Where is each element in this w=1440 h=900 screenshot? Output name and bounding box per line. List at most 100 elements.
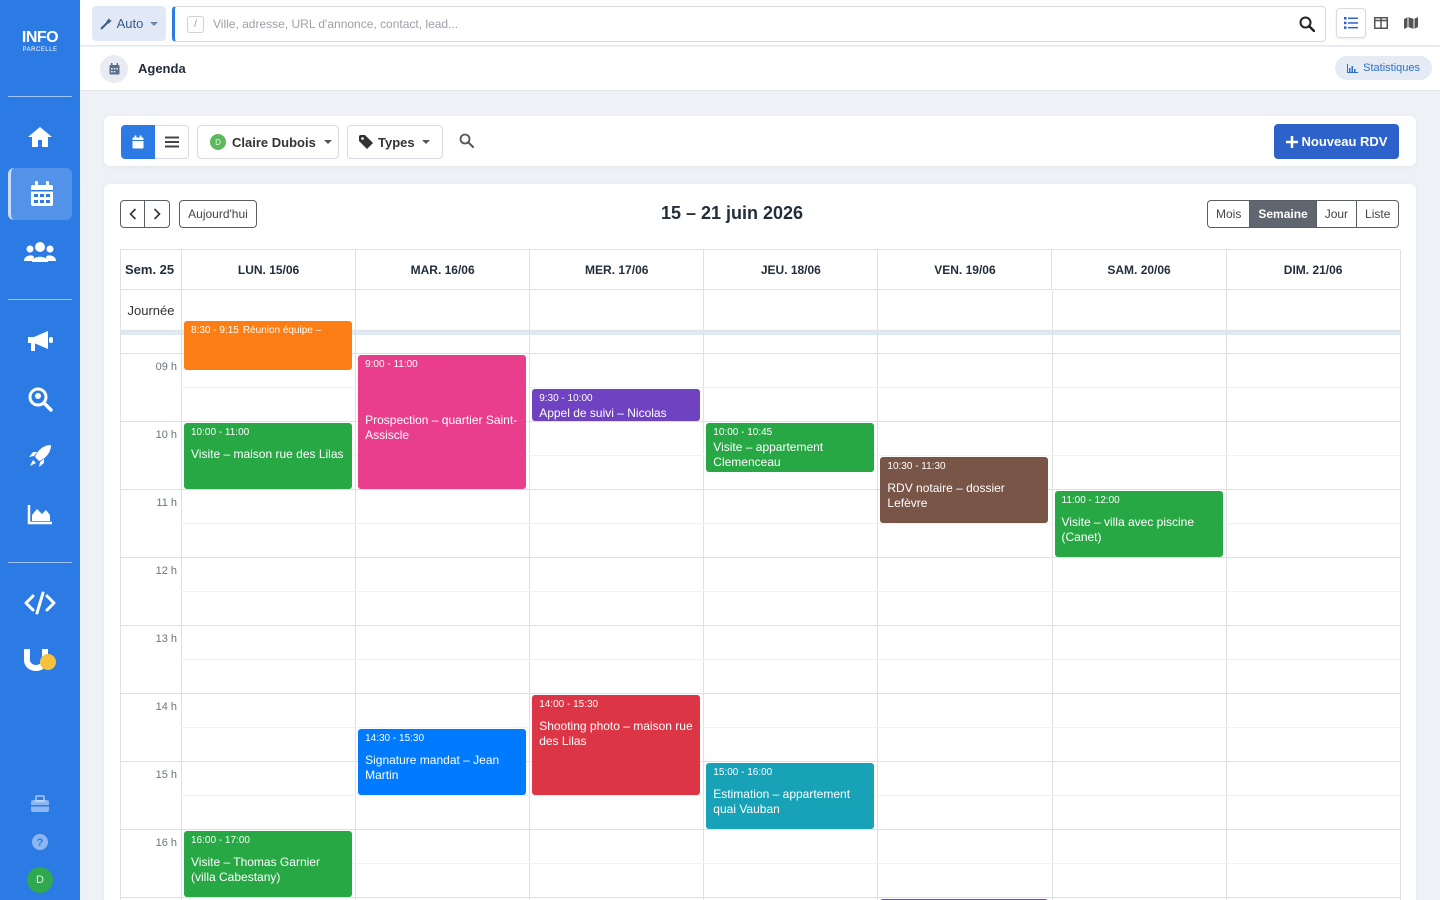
day-header[interactable]: VEN. 19/06 <box>878 250 1053 290</box>
map-layout-button[interactable] <box>1396 8 1426 38</box>
calendar-event[interactable]: 15:00 - 16:00 Estimation – appartement qu… <box>706 763 875 829</box>
code-icon <box>24 591 56 615</box>
calendar-view-button[interactable] <box>121 125 155 159</box>
calendar-event[interactable]: 14:00 - 15:30 Shooting photo – maison rue… <box>532 695 701 795</box>
megaphone-icon <box>28 331 53 351</box>
day-column-divider <box>529 290 531 900</box>
day-header[interactable]: DIM. 21/06 <box>1226 250 1401 290</box>
columns-icon <box>1374 17 1388 29</box>
range-selector: Mois Semaine Jour Liste <box>1207 200 1400 228</box>
event-title: Signature mandat – Jean Martin <box>365 753 500 782</box>
range-jour[interactable]: Jour <box>1316 200 1358 228</box>
calendar-event[interactable]: 10:00 - 10:45 Visite – appartement Clemen… <box>706 423 875 472</box>
event-title: Réunion équipe – <box>242 325 322 336</box>
day-column-divider <box>703 290 705 900</box>
sidebar-item-developer[interactable] <box>8 577 72 629</box>
hour-line <box>121 421 1400 422</box>
sidebar-divider <box>8 299 72 300</box>
day-header[interactable]: MAR. 16/06 <box>356 250 531 290</box>
calendar-event[interactable]: 16:00 - 17:00 Visite – Thomas Garnier (vi… <box>184 831 353 897</box>
types-filter-label: Types <box>378 134 415 150</box>
search-submit-button[interactable] <box>1299 16 1316 37</box>
half-hour-line <box>181 591 1400 592</box>
calendar-search-button[interactable] <box>459 133 474 153</box>
range-liste[interactable]: Liste <box>1357 200 1400 228</box>
hour-line <box>121 761 1400 762</box>
calendar-icon <box>132 135 144 149</box>
week-number: Sem. 25 <box>121 250 182 290</box>
day-header[interactable]: SAM. 20/06 <box>1052 250 1227 290</box>
hour-line <box>121 625 1400 626</box>
page-title: Agenda <box>138 61 186 76</box>
auto-label: Auto <box>116 16 144 31</box>
sidebar-item-prospection[interactable] <box>8 373 72 425</box>
hour-label: 11 h <box>156 497 177 509</box>
search-location-icon <box>28 387 53 412</box>
day-column-divider <box>1051 290 1053 900</box>
list-layout-button[interactable] <box>1336 8 1366 38</box>
event-time: 9:00 - 11:00 <box>365 359 418 370</box>
chart-icon <box>1347 63 1359 73</box>
calendar-event[interactable]: 9:30 - 10:00 Appel de suivi – Nicolas <box>532 389 701 421</box>
map-icon <box>1404 17 1418 29</box>
user-filter-dropdown[interactable]: D Claire Dubois <box>197 125 339 159</box>
day-header[interactable]: JEU. 18/06 <box>704 250 879 290</box>
day-header[interactable]: MER. 17/06 <box>530 250 705 290</box>
list-view-button[interactable] <box>155 125 189 159</box>
split-layout-button[interactable] <box>1366 8 1396 38</box>
day-header[interactable]: LUN. 15/06 <box>182 250 357 290</box>
hour-label: 12 h <box>155 565 177 577</box>
toolbox-icon <box>31 795 49 812</box>
search-icon <box>1299 16 1316 33</box>
page-header: Agenda Statistiques <box>80 47 1440 91</box>
calendar-event[interactable]: 8:30 - 9:15 Réunion équipe – <box>184 321 353 370</box>
calendar-event[interactable]: 14:30 - 15:30 Signature mandat – Jean Mar… <box>358 729 527 795</box>
event-time: 10:30 - 11:30 <box>887 461 946 472</box>
event-title: Shooting photo – maison rue des Lilas <box>539 719 693 748</box>
rocket-icon <box>29 445 51 467</box>
auto-mode-dropdown[interactable]: Auto <box>92 6 166 41</box>
hour-line <box>121 693 1400 694</box>
app-logo[interactable]: INFO PARCELLE <box>0 30 80 54</box>
event-time: 14:30 - 15:30 <box>365 733 425 744</box>
event-time: 15:00 - 16:00 <box>713 767 773 778</box>
sidebar-item-help[interactable]: ? <box>8 816 72 868</box>
event-title: Visite – maison rue des Lilas <box>191 447 344 461</box>
calendar-title: 15 – 21 juin 2026 <box>660 203 804 223</box>
hour-line <box>121 829 1400 830</box>
hour-label: 09 h <box>155 361 177 373</box>
user-filter-label: Claire Dubois <box>232 134 316 150</box>
sidebar-item-stats[interactable] <box>8 488 72 540</box>
topbar: Auto / <box>80 0 1440 46</box>
new-appointment-button[interactable]: Nouveau RDV <box>1274 124 1399 159</box>
logo-line2: PARCELLE <box>22 47 58 53</box>
avatar[interactable]: D <box>27 867 53 893</box>
sidebar-item-boost[interactable] <box>8 430 72 482</box>
statistics-button[interactable]: Statistiques <box>1335 56 1432 80</box>
half-hour-line <box>181 727 1400 728</box>
calendar-event[interactable]: 11:00 - 12:00 Visite – villa avec piscine… <box>1054 491 1223 557</box>
event-title: Visite – appartement Clemenceau <box>713 440 824 469</box>
bars-icon <box>164 136 179 148</box>
sidebar-item-contacts[interactable] <box>8 226 72 278</box>
event-title: Appel de suivi – Nicolas <box>539 406 667 420</box>
sidebar-item-campaigns[interactable] <box>8 315 72 367</box>
event-title: Prospection – quartier Saint-Assiscle <box>365 413 518 442</box>
search-input[interactable] <box>213 17 1273 31</box>
sidebar-item-home[interactable] <box>8 111 72 163</box>
logo-line1: INFO <box>21 29 59 46</box>
calendar-event[interactable]: 10:30 - 11:30 RDV notaire – dossier Lefèv… <box>880 457 1049 523</box>
layout-toggle <box>1336 8 1430 38</box>
day-column-divider <box>355 290 357 900</box>
sidebar-item-leads[interactable] <box>8 634 72 686</box>
hour-label: 16 h <box>155 837 177 849</box>
calendar-event[interactable]: 9:00 - 11:00 Prospection – quartier Saint… <box>358 355 527 489</box>
range-mois[interactable]: Mois <box>1207 200 1251 228</box>
range-semaine[interactable]: Semaine <box>1250 200 1317 228</box>
calendar-event[interactable]: 10:00 - 11:00 Visite – maison rue des Lil… <box>184 423 353 489</box>
hour-label: 14 h <box>155 701 177 713</box>
types-filter-dropdown[interactable]: Types <box>347 125 443 159</box>
sidebar-item-agenda[interactable] <box>8 168 72 220</box>
hour-label: 15 h <box>155 769 177 781</box>
event-title: Visite – villa avec piscine (Canet) <box>1061 515 1195 544</box>
